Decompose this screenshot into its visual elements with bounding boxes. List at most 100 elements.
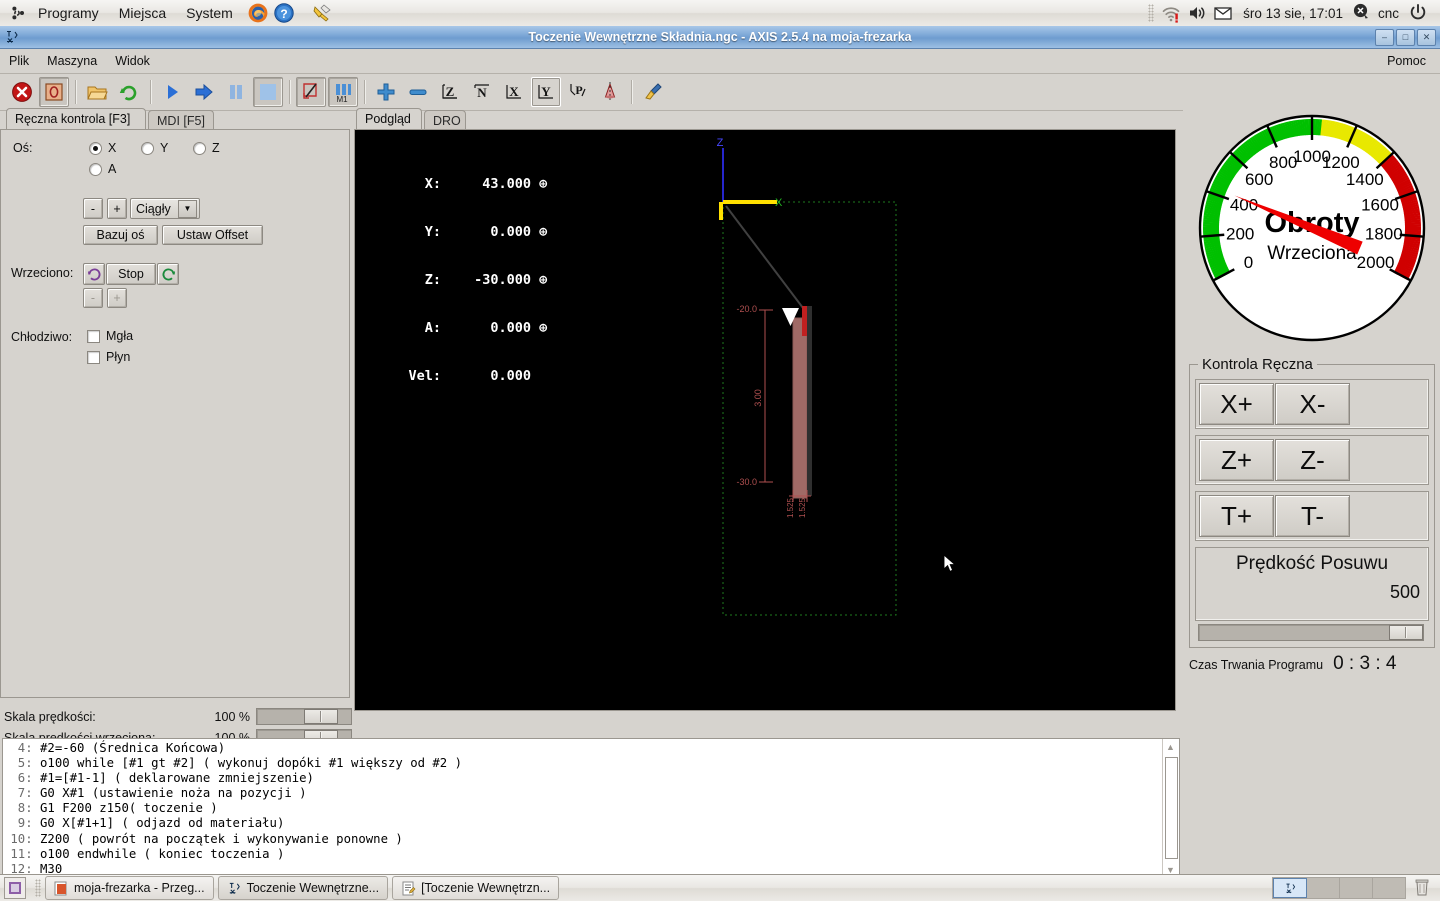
axis-radio-y[interactable]: Y xyxy=(141,141,193,155)
clear-live-plot-icon[interactable] xyxy=(595,77,625,107)
gcode-scroll-thumb[interactable] xyxy=(1165,757,1178,859)
tool-minus-button[interactable]: T- xyxy=(1275,495,1350,537)
menu-pomoc[interactable]: Pomoc xyxy=(1378,51,1440,71)
workspace-3[interactable] xyxy=(1340,878,1373,898)
task-button-axis[interactable]: Toczenie Wewnętrzne... xyxy=(218,876,388,900)
panel-menu-miejsca[interactable]: Miejsca xyxy=(110,3,175,23)
run-program-icon[interactable] xyxy=(157,77,187,107)
home-axis-button[interactable]: Bazuj oś xyxy=(83,225,158,245)
firefox-icon[interactable] xyxy=(247,2,269,24)
override-slider[interactable] xyxy=(256,708,352,725)
task-button-file-manager[interactable]: moja-frezarka - Przeg... xyxy=(45,876,214,900)
workspace-1[interactable] xyxy=(1273,878,1307,898)
axis-label-z: Z xyxy=(717,137,724,149)
optional-stop-icon[interactable]: M1 xyxy=(328,77,358,107)
gcode-line[interactable]: 4: #2=-60 (Średnica Końcowa) xyxy=(3,741,462,756)
panel-clock[interactable]: śro 13 sie, 17:01 xyxy=(1236,6,1350,21)
override-value: 100 % xyxy=(215,710,250,724)
task-button-editor[interactable]: [Toczenie Wewnętrzn... xyxy=(392,876,559,900)
spindle-stop-button[interactable]: Stop xyxy=(106,263,156,285)
tool-plus-button[interactable]: T+ xyxy=(1199,495,1274,537)
zoom-out-icon[interactable] xyxy=(403,77,433,107)
feedrate-slider-thumb[interactable] xyxy=(1389,625,1423,640)
jog-x-minus-button[interactable]: X- xyxy=(1275,383,1350,425)
spindle-ccw-icon[interactable] xyxy=(83,263,105,285)
workspace-switcher[interactable] xyxy=(1272,877,1406,899)
jog-x-plus-button[interactable]: X+ xyxy=(1199,383,1274,425)
gcode-listing[interactable]: 4: #2=-60 (Średnica Końcowa) 5: o100 whi… xyxy=(2,738,1180,878)
view-perspective-icon[interactable]: P xyxy=(563,77,593,107)
estop-toggle-icon[interactable] xyxy=(7,77,37,107)
user-status-icon[interactable] xyxy=(1352,2,1374,24)
stop-program-icon[interactable] xyxy=(253,77,283,107)
jog-z-minus-button[interactable]: Z- xyxy=(1275,439,1350,481)
gcode-scrollbar[interactable]: ▲ ▼ xyxy=(1162,739,1179,877)
step-program-icon[interactable] xyxy=(189,77,219,107)
clear-plot-brush-icon[interactable] xyxy=(638,77,668,107)
show-desktop-icon[interactable] xyxy=(4,877,26,899)
spindle-dec-button[interactable]: - xyxy=(83,288,103,308)
axis-radio-a[interactable]: A xyxy=(89,162,116,176)
jog-z-plus-button[interactable]: Z+ xyxy=(1199,439,1274,481)
workspace-2[interactable] xyxy=(1307,878,1340,898)
open-file-icon[interactable] xyxy=(82,77,112,107)
gcode-line[interactable]: 10: Z200 ( powrót na początek i wykonywa… xyxy=(3,832,462,847)
window-titlebar[interactable]: Toczenie Wewnętrzne Składnia.ngc - AXIS … xyxy=(0,26,1440,49)
scroll-up-icon[interactable]: ▲ xyxy=(1163,739,1178,754)
power-icon[interactable] xyxy=(1408,2,1430,24)
view-y-icon[interactable]: Y xyxy=(531,77,561,107)
view-z-icon[interactable]: Z xyxy=(435,77,465,107)
workspace-4[interactable] xyxy=(1373,878,1405,898)
tab-manual-control[interactable]: Ręczna kontrola [F3] xyxy=(6,108,146,129)
toggle-skip-lines-icon[interactable] xyxy=(296,77,326,107)
jog-plus-button[interactable]: + xyxy=(107,198,127,219)
spindle-inc-button[interactable]: + xyxy=(107,288,127,308)
panel-username[interactable]: cnc xyxy=(1376,6,1406,21)
gcode-line[interactable]: 7: G0 X#1 (ustawienie noża na pozycji ) xyxy=(3,786,462,801)
panel-menu-system[interactable]: System xyxy=(177,3,242,23)
coolant-flood-checkbox[interactable]: Płyn xyxy=(87,350,130,364)
panel-menu-programy[interactable]: Programy xyxy=(29,3,108,23)
feedrate-slider[interactable] xyxy=(1198,624,1424,641)
set-offset-button[interactable]: Ustaw Offset xyxy=(162,225,263,245)
tab-dro[interactable]: DRO xyxy=(424,110,466,129)
zoom-in-icon[interactable] xyxy=(371,77,401,107)
gcode-preview-canvas[interactable]: X:43.000 ⊕ Y:0.000 ⊕ Z:-30.000 ⊕ A:0.000… xyxy=(354,129,1176,711)
maximize-button[interactable]: □ xyxy=(1396,29,1415,46)
jog-mode-select[interactable]: Ciągły ▼ xyxy=(130,198,200,219)
menu-maszyna[interactable]: Maszyna xyxy=(38,51,106,71)
override-slider-thumb[interactable] xyxy=(304,709,338,724)
gcode-line[interactable]: 11: o100 endwhile ( koniec toczenia ) xyxy=(3,847,462,862)
menu-widok[interactable]: Widok xyxy=(106,51,159,71)
tab-podglad[interactable]: Podgląd xyxy=(356,108,422,129)
gcode-line[interactable]: 9: G0 X[#1+1] ( odjazd od materiału) xyxy=(3,816,462,831)
chevron-down-icon[interactable]: ▼ xyxy=(178,200,197,218)
view-z-rotated-icon[interactable]: N xyxy=(467,77,497,107)
axis-radio-z[interactable]: Z xyxy=(193,141,245,155)
tab-mdi[interactable]: MDI [F5] xyxy=(148,110,214,129)
gcode-line[interactable]: 6: #1=[#1-1] ( deklarowane zmniejszenie) xyxy=(3,771,462,786)
help-icon[interactable]: ? xyxy=(273,2,295,24)
jog-minus-button[interactable]: - xyxy=(83,198,103,219)
minimize-button[interactable]: – xyxy=(1375,29,1394,46)
axis-radio-x[interactable]: X xyxy=(89,141,141,155)
gcode-line-number: 10: xyxy=(3,832,40,846)
coolant-mist-checkbox[interactable]: Mgła xyxy=(87,329,133,343)
network-wireless-error-icon[interactable] xyxy=(1160,2,1182,24)
axis-label-x: X xyxy=(775,197,783,209)
machine-power-icon[interactable] xyxy=(39,77,69,107)
spindle-cw-icon[interactable] xyxy=(157,263,179,285)
gauge-tick-1400: 1400 xyxy=(1346,170,1384,189)
mail-icon[interactable] xyxy=(1212,2,1234,24)
view-x-icon[interactable]: X xyxy=(499,77,529,107)
ubuntu-logo-icon[interactable] xyxy=(8,4,26,22)
close-button[interactable]: ✕ xyxy=(1417,29,1436,46)
linuxcnc-launcher-icon[interactable] xyxy=(311,2,333,24)
menu-plik[interactable]: Plik xyxy=(0,51,38,71)
trash-icon[interactable] xyxy=(1412,877,1434,899)
reload-file-icon[interactable] xyxy=(114,77,144,107)
volume-icon[interactable] xyxy=(1186,2,1208,24)
pause-program-icon[interactable] xyxy=(221,77,251,107)
gcode-line[interactable]: 8: G1 F200 z150( toczenie ) xyxy=(3,801,462,816)
gcode-line[interactable]: 5: o100 while [#1 gt #2] ( wykonuj dopók… xyxy=(3,756,462,771)
